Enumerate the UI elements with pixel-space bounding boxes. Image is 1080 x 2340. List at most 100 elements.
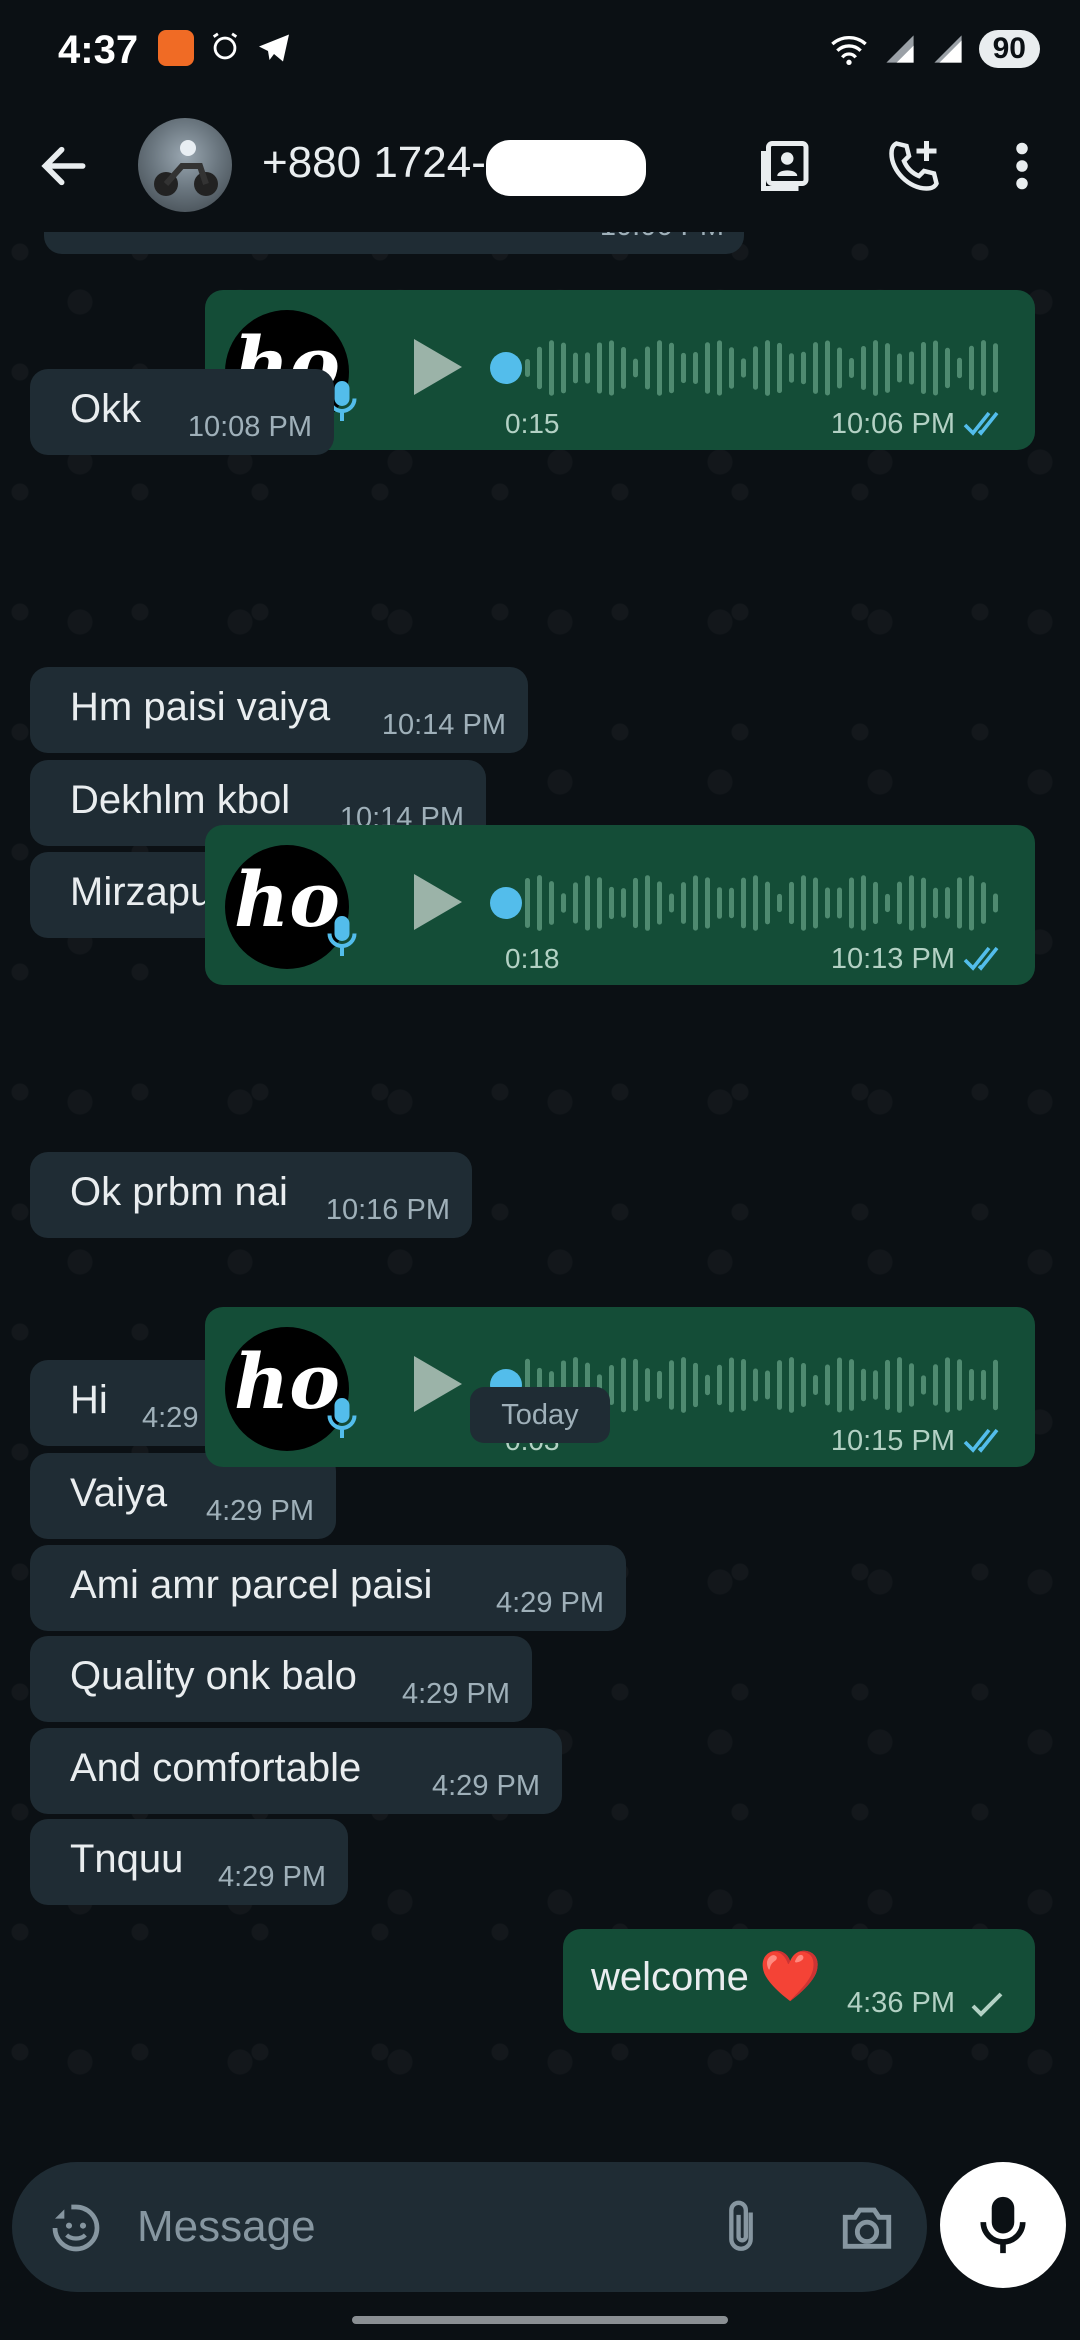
message-bubble[interactable]: Hm paisi vaiya 10:14 PM [30, 667, 528, 753]
message-time: 4:36 PM [847, 1986, 955, 2019]
waveform-bar [801, 875, 806, 931]
waveform-bar [669, 342, 674, 394]
outgoing-message-bubble[interactable]: welcome ❤️ 4:36 PM [563, 1928, 1035, 2033]
waveform-bar [753, 875, 758, 931]
waveform-bar [729, 347, 734, 389]
play-icon[interactable] [410, 870, 466, 934]
waveform-bar [549, 340, 554, 396]
camera-icon[interactable] [838, 2200, 896, 2254]
waveform-bar [585, 352, 590, 384]
wifi-icon [830, 36, 867, 65]
voice-time: 10:15 PM [830, 1425, 955, 1457]
waveform-bar [945, 887, 950, 919]
message-text: Dekhlm kbol [70, 778, 291, 822]
waveform-bar [885, 343, 890, 393]
contact-avatar[interactable] [138, 118, 232, 212]
message-bubble[interactable]: Ok prbm nai 10:16 PM [30, 1151, 472, 1238]
home-indicator[interactable] [352, 2316, 728, 2324]
waveform[interactable] [525, 338, 1005, 398]
waveform-bar [753, 346, 758, 390]
waveform-bar [657, 881, 662, 925]
waveform-bar [945, 347, 950, 389]
waveform-bar [621, 347, 626, 389]
message-input[interactable]: Message [137, 2202, 316, 2252]
system-icons: 90 [829, 30, 1040, 68]
message-text: welcome [591, 1954, 749, 1999]
message-text: Hm paisi vaiya [70, 685, 331, 729]
message-bubble[interactable]: Tnquu 4:29 PM [30, 1819, 348, 1905]
waveform-bar [729, 1357, 734, 1413]
partial-message-bubble[interactable]: 10:06 PM [44, 232, 744, 254]
chat-header: +880 1724- [0, 110, 1080, 230]
heart-emoji: ❤️ [759, 1947, 822, 2004]
waveform-bar [669, 1360, 674, 1410]
contact-card-icon[interactable] [756, 136, 816, 196]
waveform-bar [897, 1357, 902, 1413]
waveform-bar [789, 1357, 794, 1413]
waveform-bar [921, 1375, 926, 1395]
waveform-bar [825, 887, 830, 919]
waveform-bar [993, 1359, 998, 1411]
contact-name[interactable]: +880 1724- [262, 138, 486, 188]
waveform-bar [969, 345, 974, 391]
message-time: 10:06 PM [600, 232, 724, 243]
waveform-bar [645, 346, 650, 390]
waveform-bar [777, 893, 782, 913]
voice-duration: 0:15 [505, 408, 560, 439]
waveform-bar [717, 887, 722, 919]
waveform-bar [933, 340, 938, 396]
message-text: Vaiya [70, 1471, 168, 1515]
waveform-bar [549, 881, 554, 925]
message-bubble[interactable]: Quality onk balo 4:29 PM [30, 1636, 532, 1722]
waveform-bar [981, 1369, 986, 1401]
mic-badge-icon [327, 1398, 357, 1438]
message-text: Hi [70, 1378, 108, 1422]
waveform[interactable] [525, 873, 1005, 933]
message-time: 4:29 PM [402, 1678, 510, 1710]
waveform-bar [681, 1357, 686, 1413]
waveform-bar [861, 875, 866, 931]
add-call-icon[interactable] [884, 136, 944, 196]
waveform-bar [981, 882, 986, 924]
waveform-bar [741, 877, 746, 929]
motorbike-icon [154, 140, 218, 196]
message-time: 4:29 PM [496, 1586, 604, 1619]
voice-record-button[interactable] [940, 2162, 1066, 2288]
redaction-mark [486, 140, 646, 196]
waveform-bar [585, 875, 590, 931]
play-icon[interactable] [410, 1352, 466, 1416]
more-options-icon[interactable] [1004, 136, 1040, 196]
message-bubble[interactable]: Ami amr parcel paisi 4:29 PM [30, 1544, 626, 1631]
message-bubble[interactable]: Okk 10:08 PM [30, 368, 334, 455]
waveform-bar [861, 1368, 866, 1402]
message-input-bar[interactable]: Message [12, 2162, 927, 2292]
attach-icon[interactable] [718, 2198, 764, 2256]
waveform-bar [681, 352, 686, 384]
status-time: 4:37 [58, 28, 139, 72]
waveform-bar [777, 1360, 782, 1410]
voice-progress-dot[interactable] [490, 887, 522, 919]
mic-badge-icon [327, 916, 357, 956]
waveform-bar [777, 342, 782, 394]
message-text: Ami amr parcel paisi [70, 1562, 433, 1607]
chat-area[interactable]: 10:06 PM ho 0:15 10:06 PM Okk10:08 PMHm … [0, 232, 1080, 2162]
message-text: And comfortable [70, 1745, 362, 1790]
waveform-bar [909, 1363, 914, 1407]
back-arrow-icon[interactable] [36, 138, 92, 194]
waveform-bar [657, 340, 662, 396]
waveform-bar [981, 340, 986, 396]
waveform-bar [825, 340, 830, 396]
waveform-bar [573, 882, 578, 924]
waveform-bar [693, 352, 698, 384]
voice-progress-dot[interactable] [490, 352, 522, 384]
message-text: Ok prbm nai [70, 1169, 288, 1214]
message-time: 10:16 PM [325, 1193, 450, 1226]
message-bubble[interactable]: And comfortable 4:29 PM [30, 1727, 562, 1814]
waveform-bar [693, 875, 698, 931]
play-icon[interactable] [410, 335, 466, 399]
voice-note[interactable]: ho 0:03 10:15 PM [205, 1307, 1035, 1467]
voice-time: 10:06 PM [830, 408, 955, 440]
sticker-icon[interactable] [48, 2200, 104, 2256]
waveform-bar [765, 340, 770, 396]
voice-note[interactable]: ho 0:18 10:13 PM [205, 825, 1035, 985]
